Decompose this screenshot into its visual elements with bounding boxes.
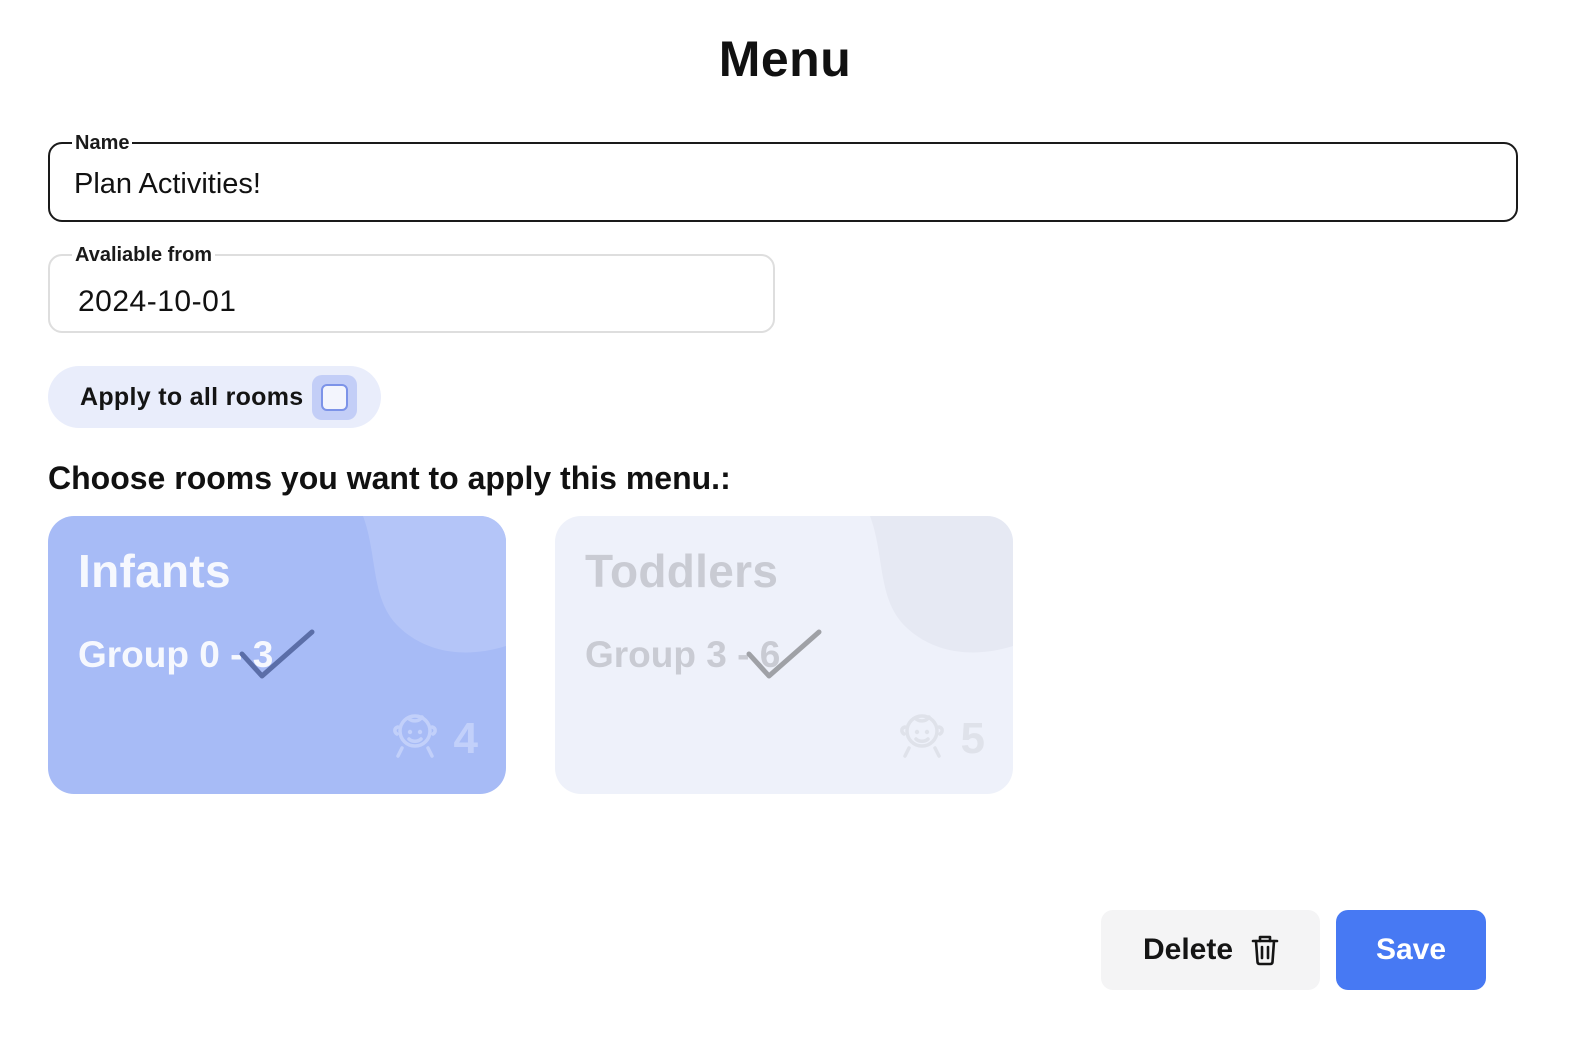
selected-check-icon [239,629,315,679]
save-button[interactable]: Save [1336,910,1486,990]
available-from-field[interactable]: Avaliable from [48,243,775,333]
name-field[interactable]: Name [48,131,1518,222]
room-name: Infants [78,545,231,597]
room-name: Toddlers [585,545,779,597]
room-card-infants[interactable]: Infants Group 0 - 3 4 [48,516,506,794]
trash-icon [1251,935,1279,966]
rooms-section-heading: Choose rooms you want to apply this menu… [48,460,731,496]
check-icon [746,629,822,679]
baby-icon [900,714,944,758]
delete-button[interactable]: Delete [1101,910,1320,990]
baby-icon [393,714,437,758]
room-count: 5 [960,714,985,763]
page-title: Menu [718,31,852,87]
delete-button-label: Delete [1143,933,1234,966]
room-count: 4 [453,714,478,763]
name-input[interactable] [74,166,1492,202]
available-from-label: Avaliable from [72,243,216,267]
available-from-input[interactable] [78,284,749,320]
apply-to-all-rooms-label: Apply to all rooms [80,383,304,411]
apply-to-all-rooms-checkbox[interactable] [321,384,348,411]
room-card-toddlers[interactable]: Toddlers Group 3 - 6 5 [555,516,1013,794]
apply-to-all-rooms-checkbox-halo [312,375,357,420]
apply-to-all-rooms-toggle[interactable]: Apply to all rooms [48,366,381,428]
name-label: Name [72,131,133,155]
